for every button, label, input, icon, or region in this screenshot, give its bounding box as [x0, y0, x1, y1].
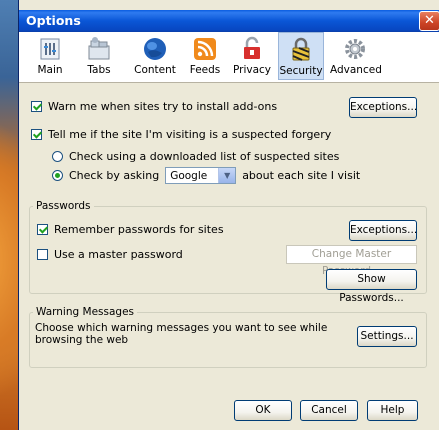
- main-icon: [40, 38, 60, 60]
- check-asking-radio[interactable]: [52, 170, 63, 181]
- warning-settings-button[interactable]: Settings...: [357, 326, 417, 347]
- tab-advanced[interactable]: Advanced: [330, 32, 382, 80]
- close-icon: ✕: [424, 13, 435, 28]
- tab-advanced-label: Advanced: [330, 64, 382, 76]
- master-password-label: Use a master password: [54, 248, 183, 261]
- show-passwords-button[interactable]: Show Passwords...: [326, 269, 417, 304]
- tab-privacy[interactable]: Privacy: [229, 32, 275, 80]
- master-password-row[interactable]: Use a master password: [37, 248, 183, 261]
- tab-content[interactable]: Content: [131, 32, 179, 80]
- passwords-group-label: Passwords: [33, 200, 94, 212]
- security-icon: [292, 37, 310, 61]
- master-password-checkbox[interactable]: [37, 249, 48, 260]
- check-downloaded-row[interactable]: Check using a downloaded list of suspect…: [52, 150, 339, 163]
- forgery-row[interactable]: Tell me if the site I'm visiting is a su…: [31, 128, 331, 141]
- category-toolbar: Main Tabs Content Feeds Privacy Security…: [19, 32, 439, 83]
- change-master-password-button[interactable]: Change Master Password...: [286, 245, 417, 277]
- tab-main[interactable]: Main: [33, 32, 67, 80]
- window-title: Options: [26, 13, 81, 28]
- content-icon: [144, 38, 166, 60]
- remember-passwords-row[interactable]: Remember passwords for sites: [37, 223, 224, 236]
- check-asking-suffix: about each site I visit: [242, 169, 361, 182]
- window-top-strip: [19, 0, 439, 10]
- tab-security-label: Security: [279, 65, 323, 77]
- privacy-icon: [244, 36, 260, 59]
- provider-value: Google: [170, 169, 208, 182]
- check-downloaded-radio[interactable]: [52, 151, 63, 162]
- title-bar[interactable]: Options ✕: [19, 10, 439, 32]
- forgery-checkbox[interactable]: [31, 129, 42, 140]
- advanced-icon: [345, 39, 365, 59]
- provider-select[interactable]: Google ▼: [165, 167, 237, 184]
- tab-tabs[interactable]: Tabs: [79, 32, 119, 80]
- addons-exceptions-button[interactable]: Exceptions...: [349, 97, 417, 118]
- tab-feeds[interactable]: Feeds: [185, 32, 225, 80]
- remember-passwords-label: Remember passwords for sites: [54, 223, 224, 236]
- security-panel: Warn me when sites try to install add-on…: [19, 83, 439, 430]
- ok-button[interactable]: OK: [234, 400, 292, 421]
- check-asking-row[interactable]: Check by asking Google ▼ about each site…: [52, 167, 360, 184]
- options-dialog: Options ✕ Main Tabs Content Feeds Privac…: [18, 0, 439, 430]
- remember-passwords-checkbox[interactable]: [37, 224, 48, 235]
- close-button[interactable]: ✕: [419, 11, 439, 31]
- tab-tabs-label: Tabs: [87, 64, 111, 76]
- warn-addons-row[interactable]: Warn me when sites try to install add-on…: [31, 100, 277, 113]
- help-button[interactable]: Help: [367, 400, 418, 421]
- tab-content-label: Content: [134, 64, 176, 76]
- warn-addons-checkbox[interactable]: [31, 101, 42, 112]
- tabs-icon: [88, 37, 110, 60]
- check-downloaded-label: Check using a downloaded list of suspect…: [69, 150, 340, 163]
- cancel-button[interactable]: Cancel: [300, 400, 358, 421]
- chevron-down-icon[interactable]: ▼: [218, 168, 236, 183]
- warning-messages-group-label: Warning Messages: [33, 306, 137, 318]
- warning-messages-description: Choose which warning messages you want t…: [35, 322, 328, 346]
- passwords-exceptions-button[interactable]: Exceptions...: [349, 220, 417, 241]
- check-asking-label: Check by asking: [69, 169, 160, 182]
- tab-feeds-label: Feeds: [189, 64, 221, 76]
- tab-main-label: Main: [37, 64, 63, 76]
- warn-addons-label: Warn me when sites try to install add-on…: [48, 100, 278, 113]
- feeds-icon: [194, 38, 216, 60]
- tab-privacy-label: Privacy: [232, 64, 272, 76]
- forgery-label: Tell me if the site I'm visiting is a su…: [48, 128, 332, 141]
- tab-security[interactable]: Security: [278, 32, 324, 80]
